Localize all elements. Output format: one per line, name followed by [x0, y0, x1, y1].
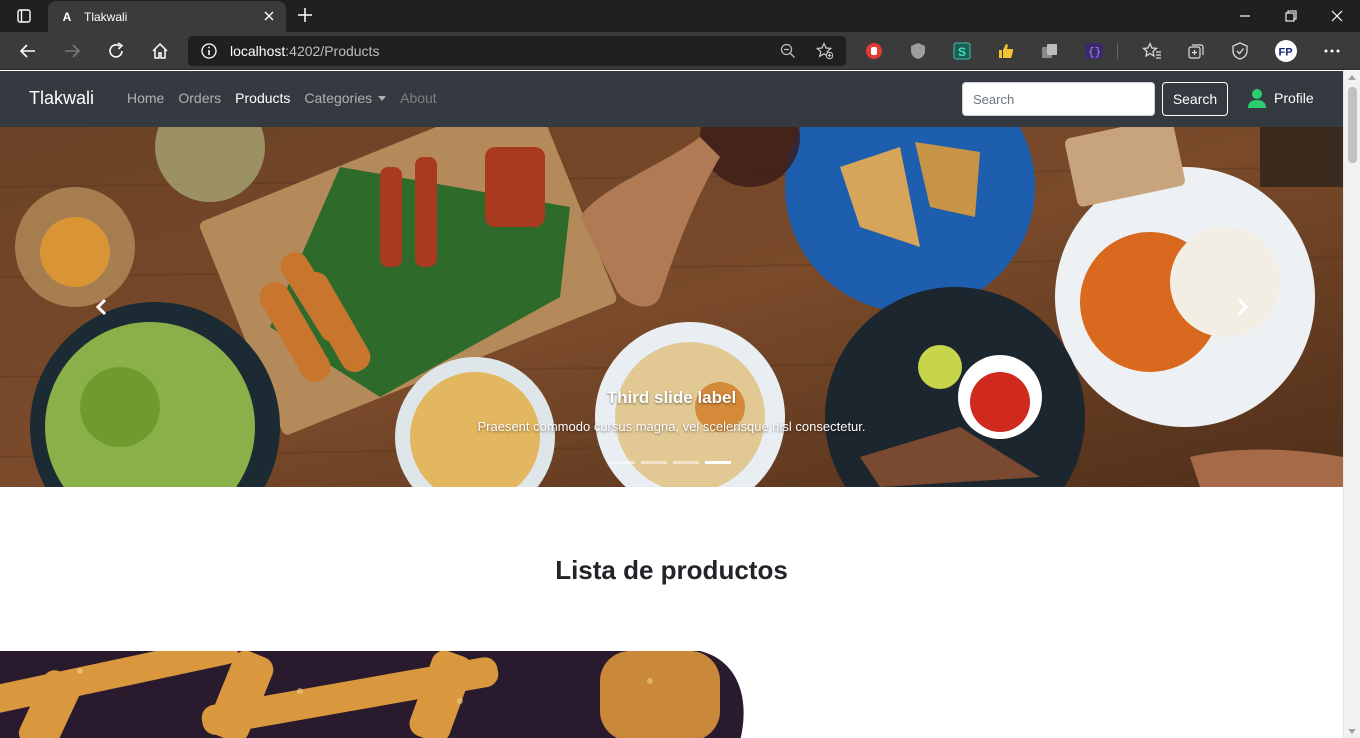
- caption-title: Third slide label: [606, 388, 737, 407]
- thumbs-up-extension-icon[interactable]: [996, 41, 1016, 61]
- nav-links: Home Orders Products Categories About: [127, 90, 451, 106]
- zoom-out-icon[interactable]: [780, 43, 796, 59]
- favorites-icon[interactable]: [1142, 41, 1162, 61]
- collections-icon[interactable]: [1186, 41, 1206, 61]
- svg-text:FP: FP: [1279, 47, 1293, 59]
- pie-image: [0, 651, 760, 738]
- profile-link[interactable]: Profile: [1246, 87, 1314, 109]
- browser-tab-bar: A Tlakwali: [0, 0, 1360, 32]
- add-favorite-icon[interactable]: [816, 42, 834, 60]
- caption-text: Praesent commodo cursus magna, vel scele…: [477, 419, 866, 434]
- new-tab-icon[interactable]: [296, 6, 314, 24]
- svg-text:{}: {}: [1088, 47, 1101, 59]
- browser-essentials-icon[interactable]: [1230, 41, 1250, 61]
- product-image[interactable]: [0, 651, 760, 738]
- hero-carousel: Third slide label Praesent commodo cursu…: [0, 127, 1343, 487]
- adblock-extension-icon[interactable]: [864, 41, 884, 61]
- back-icon[interactable]: [18, 41, 38, 61]
- url-path: :4202/Products: [285, 43, 380, 59]
- url-bar[interactable]: localhost:4202/Products: [188, 36, 846, 66]
- url-host: localhost: [230, 43, 286, 59]
- restore-icon[interactable]: [1278, 0, 1304, 32]
- tab-title: Tlakwali: [84, 9, 128, 24]
- nav-categories-label: Categories: [304, 90, 373, 106]
- scroll-up-icon[interactable]: [1348, 75, 1356, 80]
- refresh-icon[interactable]: [106, 41, 126, 61]
- carousel-next-icon[interactable]: [1232, 297, 1252, 317]
- close-tab-icon[interactable]: [262, 9, 276, 23]
- site-info-icon[interactable]: [200, 42, 218, 60]
- nav-about[interactable]: About: [400, 90, 437, 106]
- minimize-icon[interactable]: [1232, 0, 1258, 32]
- code-extension-icon[interactable]: {}: [1084, 41, 1104, 61]
- search-button[interactable]: Search: [1162, 82, 1228, 116]
- page-title: Lista de productos: [555, 555, 788, 585]
- shield-extension-icon[interactable]: [908, 41, 928, 61]
- close-window-icon[interactable]: [1324, 0, 1350, 32]
- settings-more-icon[interactable]: [1322, 41, 1342, 61]
- page-scrollbar[interactable]: [1343, 71, 1360, 738]
- navbar-brand[interactable]: Tlakwali: [29, 88, 94, 109]
- chevron-down-icon: [378, 96, 387, 101]
- toolbar-divider: [1116, 41, 1118, 61]
- profile-avatar[interactable]: FP: [1274, 39, 1298, 63]
- angular-favicon-icon: A: [62, 9, 72, 24]
- search-input[interactable]: [962, 82, 1155, 116]
- scroll-down-icon[interactable]: [1348, 729, 1356, 734]
- address-bar-row: localhost:4202/Products S {} FP: [0, 32, 1360, 70]
- page-viewport: Tlakwali Home Orders Products Categories…: [0, 71, 1343, 738]
- carousel-indicators: [609, 461, 737, 464]
- scrollbar-thumb[interactable]: [1348, 87, 1357, 163]
- url-text: localhost:4202/Products: [230, 43, 379, 59]
- nav-home[interactable]: Home: [127, 90, 164, 106]
- nav-orders[interactable]: Orders: [178, 90, 221, 106]
- home-icon[interactable]: [150, 41, 170, 61]
- s-extension-icon[interactable]: S: [952, 41, 972, 61]
- profile-label: Profile: [1274, 90, 1314, 106]
- nav-products[interactable]: Products: [235, 90, 290, 106]
- carousel-indicator-2[interactable]: [641, 461, 667, 464]
- collection-extension-icon[interactable]: [1040, 41, 1060, 61]
- carousel-prev-icon[interactable]: [92, 297, 112, 317]
- carousel-indicator-3[interactable]: [673, 461, 699, 464]
- browser-tab[interactable]: A Tlakwali: [48, 1, 286, 32]
- forward-icon[interactable]: [62, 41, 82, 61]
- nav-categories-dropdown[interactable]: Categories: [304, 90, 387, 106]
- site-navbar: Tlakwali Home Orders Products Categories…: [0, 71, 1343, 127]
- tab-actions-icon[interactable]: [10, 0, 38, 32]
- carousel-indicator-4[interactable]: [705, 461, 731, 464]
- user-icon: [1248, 89, 1266, 108]
- svg-text:S: S: [958, 45, 966, 59]
- carousel-indicator-1[interactable]: [609, 461, 635, 464]
